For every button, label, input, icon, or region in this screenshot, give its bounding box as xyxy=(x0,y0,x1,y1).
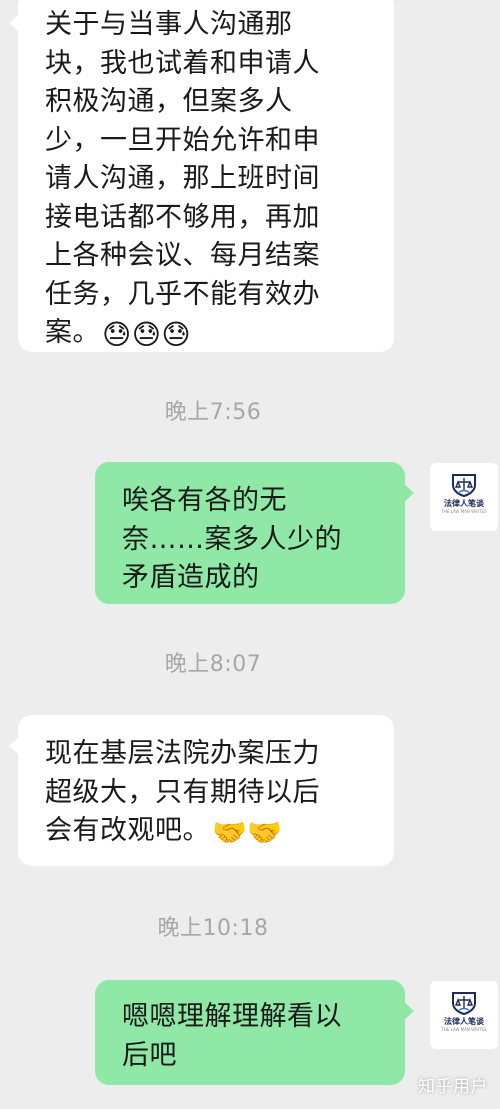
outgoing-message-bubble[interactable]: 嗯嗯理解理解看以 后吧 xyxy=(95,980,414,1085)
message-text-line: 现在基层法院办案压力 xyxy=(45,738,320,769)
message-text-line: 奈……案多人少的 xyxy=(122,523,342,555)
message-text-line: 唉各有各的无 xyxy=(122,485,287,516)
shield-scale-logo-icon xyxy=(452,474,476,497)
message-text: 案。 xyxy=(45,317,100,348)
message-text: 会有改观吧。 xyxy=(45,815,210,846)
message-text-line: 任务，几乎不能有效办 xyxy=(45,278,320,310)
message-text-line: 关于与当事人沟通那 xyxy=(45,9,293,40)
message-text-line: 超级大，只有期待以后 xyxy=(45,776,320,808)
timestamp: 晚上10:18 xyxy=(157,916,269,941)
message-text-line: 积极沟通，但案多人 xyxy=(45,86,293,117)
incoming-message-bubble[interactable]: 关于与当事人沟通那 块，我也试着和申请人 积极沟通，但案多人 少，一旦开始允许和… xyxy=(9,0,394,353)
outgoing-message-bubble[interactable]: 唉各有各的无 奈……案多人少的 矛盾造成的 xyxy=(95,462,414,604)
timestamp: 晚上8:07 xyxy=(164,652,262,677)
avatar-subtitle: THE LAW MAN WRITES xyxy=(441,509,487,514)
message-text-line: 嗯嗯理解理解看以 xyxy=(122,1001,342,1032)
message-text-line: 块，我也试着和申请人 xyxy=(45,47,320,79)
message-text-line-last: 案。😓😓😓 xyxy=(45,314,394,353)
message-text-line-last: 会有改观吧。🤝🤝 xyxy=(45,812,394,851)
sweat-emoji-icon: 😓😓😓 xyxy=(102,318,192,351)
handshake-emoji-icon: 🤝🤝 xyxy=(212,816,283,849)
shield-scale-logo-icon xyxy=(452,992,476,1015)
message-text-line: 接电话都不够用，再加 xyxy=(45,201,320,233)
message-text-line: 上各种会议、每月结案 xyxy=(45,240,320,271)
avatar-name: 法律人笔谈 xyxy=(444,499,484,508)
user-avatar[interactable]: 法律人笔谈 THE LAW MAN WRITES xyxy=(430,981,498,1049)
avatar-subtitle: THE LAW MAN WRITES xyxy=(441,1027,487,1032)
avatar-name: 法律人笔谈 xyxy=(444,1017,484,1026)
incoming-message-bubble[interactable]: 现在基层法院办案压力 超级大，只有期待以后 会有改观吧。🤝🤝 xyxy=(9,715,394,866)
message-text-line: 请人沟通，那上班时间 xyxy=(45,163,320,194)
zhihu-watermark: 知乎用户 xyxy=(418,1077,488,1097)
message-text-line: 后吧 xyxy=(122,1039,177,1071)
timestamp: 晚上7:56 xyxy=(164,400,262,425)
message-text-line: 矛盾造成的 xyxy=(122,562,260,593)
message-text-line: 少，一旦开始允许和申 xyxy=(45,124,320,156)
user-avatar[interactable]: 法律人笔谈 THE LAW MAN WRITES xyxy=(430,463,498,531)
